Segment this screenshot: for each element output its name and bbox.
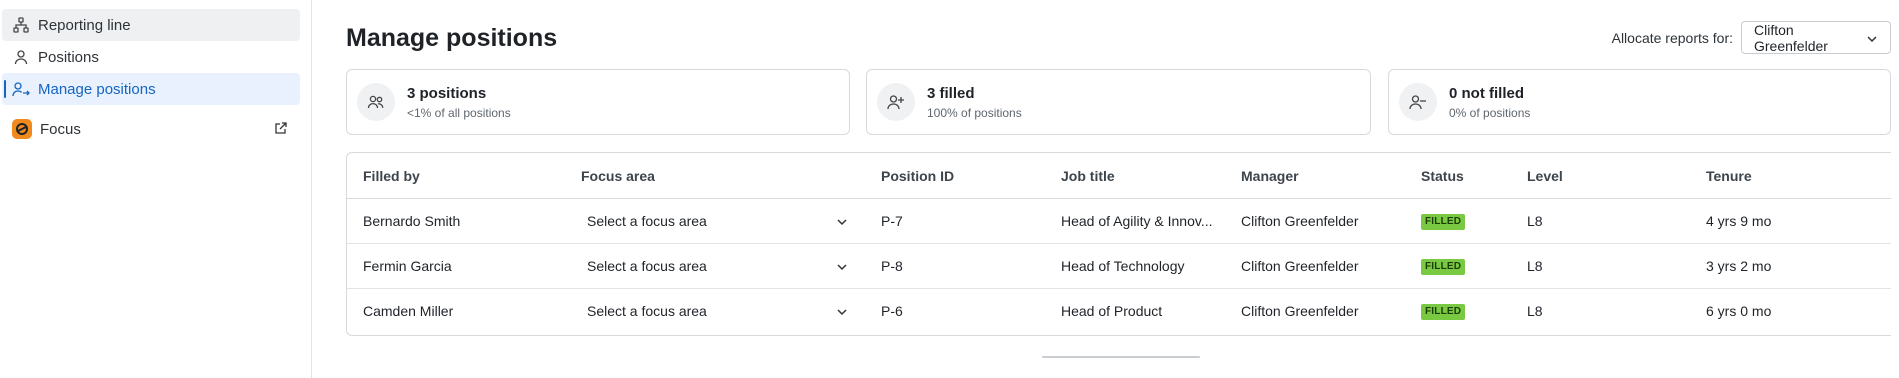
sidebar-item-focus[interactable]: Focus: [2, 113, 300, 145]
cell-filled-by[interactable]: Camden Miller: [363, 303, 453, 319]
summary-title: 3 filled: [927, 84, 975, 102]
focus-area-select[interactable]: Select a focus area: [579, 295, 854, 327]
summary-card-filled: 3 filled 100% of positions: [866, 69, 1371, 135]
focus-area-value: Select a focus area: [587, 303, 707, 319]
person-remove-icon: [1399, 83, 1437, 121]
focus-area-select[interactable]: Select a focus area: [579, 250, 854, 282]
cell-manager: Clifton Greenfelder: [1241, 258, 1359, 274]
cell-position-id: P-8: [881, 258, 903, 274]
cell-tenure: 3 yrs 2 mo: [1706, 258, 1772, 274]
cell-level: L8: [1527, 258, 1543, 274]
summary-subtitle: <1% of all positions: [407, 105, 511, 120]
cell-filled-by[interactable]: Bernardo Smith: [363, 213, 460, 229]
table-header: Filled by Focus area Position ID Job tit…: [347, 153, 1891, 199]
column-header-level[interactable]: Level: [1527, 168, 1563, 184]
positions-table: Filled by Focus area Position ID Job tit…: [346, 152, 1891, 336]
column-header-focus-area[interactable]: Focus area: [581, 168, 655, 184]
cell-manager: Clifton Greenfelder: [1241, 213, 1359, 229]
cell-level: L8: [1527, 213, 1543, 229]
sidebar-item-reporting-line[interactable]: Reporting line: [2, 9, 300, 41]
chevron-down-icon: [836, 215, 848, 227]
status-badge: FILLED: [1421, 214, 1466, 230]
focus-area-value: Select a focus area: [587, 258, 707, 274]
cell-position-id: P-7: [881, 213, 903, 229]
sidebar: Reporting line Positions Manage position…: [0, 0, 312, 378]
column-header-position-id[interactable]: Position ID: [881, 168, 954, 184]
main-content: Manage positions Allocate reports for: C…: [346, 0, 1899, 378]
cell-job-title: Head of Agility & Innov...: [1061, 213, 1213, 229]
app-root: Reporting line Positions Manage position…: [0, 0, 1899, 378]
column-header-job-title[interactable]: Job title: [1061, 168, 1115, 184]
summary-title: 3 positions: [407, 84, 487, 102]
cell-manager: Clifton Greenfelder: [1241, 303, 1359, 319]
table-row: Fermin Garcia Select a focus area P-8 He…: [347, 244, 1891, 289]
people-icon: [357, 83, 395, 121]
column-header-manager[interactable]: Manager: [1241, 168, 1299, 184]
table-row: Camden Miller Select a focus area P-6 He…: [347, 289, 1891, 334]
chevron-down-icon: [836, 260, 848, 272]
cell-position-id: P-6: [881, 303, 903, 319]
cell-job-title: Head of Technology: [1061, 258, 1185, 274]
cell-filled-by[interactable]: Fermin Garcia: [363, 258, 452, 274]
focus-area-select[interactable]: Select a focus area: [579, 205, 854, 237]
chevron-down-icon: [836, 305, 848, 317]
focus-logo-icon: [12, 119, 32, 139]
allocate-reports-value: Clifton Greenfelder: [1754, 21, 1828, 54]
allocate-reports-label: Allocate reports for:: [1611, 30, 1733, 46]
person-icon: [12, 48, 30, 66]
horizontal-scrollbar[interactable]: [1042, 356, 1200, 358]
summary-title: 0 not filled: [1449, 84, 1524, 102]
column-header-tenure[interactable]: Tenure: [1706, 168, 1752, 184]
summary-card-not-filled: 0 not filled 0% of positions: [1388, 69, 1891, 135]
people-arrow-icon: [12, 80, 30, 98]
column-header-filled-by[interactable]: Filled by: [363, 168, 420, 184]
focus-area-value: Select a focus area: [587, 213, 707, 229]
sidebar-item-label: Positions: [38, 48, 99, 66]
cell-job-title: Head of Product: [1061, 303, 1163, 319]
summary-card-positions: 3 positions <1% of all positions: [346, 69, 850, 135]
summary-subtitle: 100% of positions: [927, 105, 1022, 120]
external-link-icon[interactable]: [274, 121, 290, 137]
sidebar-item-manage-positions[interactable]: Manage positions: [2, 73, 300, 105]
summary-subtitle: 0% of positions: [1449, 105, 1531, 120]
sidebar-item-label: Reporting line: [38, 16, 131, 34]
cell-tenure: 6 yrs 0 mo: [1706, 303, 1772, 319]
cell-level: L8: [1527, 303, 1543, 319]
allocate-reports-select[interactable]: Clifton Greenfelder: [1741, 21, 1891, 54]
cell-tenure: 4 yrs 9 mo: [1706, 213, 1772, 229]
status-badge: FILLED: [1421, 304, 1466, 320]
sidebar-item-label: Manage positions: [38, 80, 156, 98]
sidebar-item-positions[interactable]: Positions: [2, 41, 300, 73]
page-title: Manage positions: [346, 24, 558, 52]
chevron-down-icon: [1866, 32, 1878, 44]
status-badge: FILLED: [1421, 259, 1466, 275]
hierarchy-icon: [12, 16, 30, 34]
table-row: Bernardo Smith Select a focus area P-7 H…: [347, 199, 1891, 244]
column-header-status[interactable]: Status: [1421, 168, 1464, 184]
sidebar-item-label: Focus: [40, 120, 81, 138]
person-add-icon: [877, 83, 915, 121]
